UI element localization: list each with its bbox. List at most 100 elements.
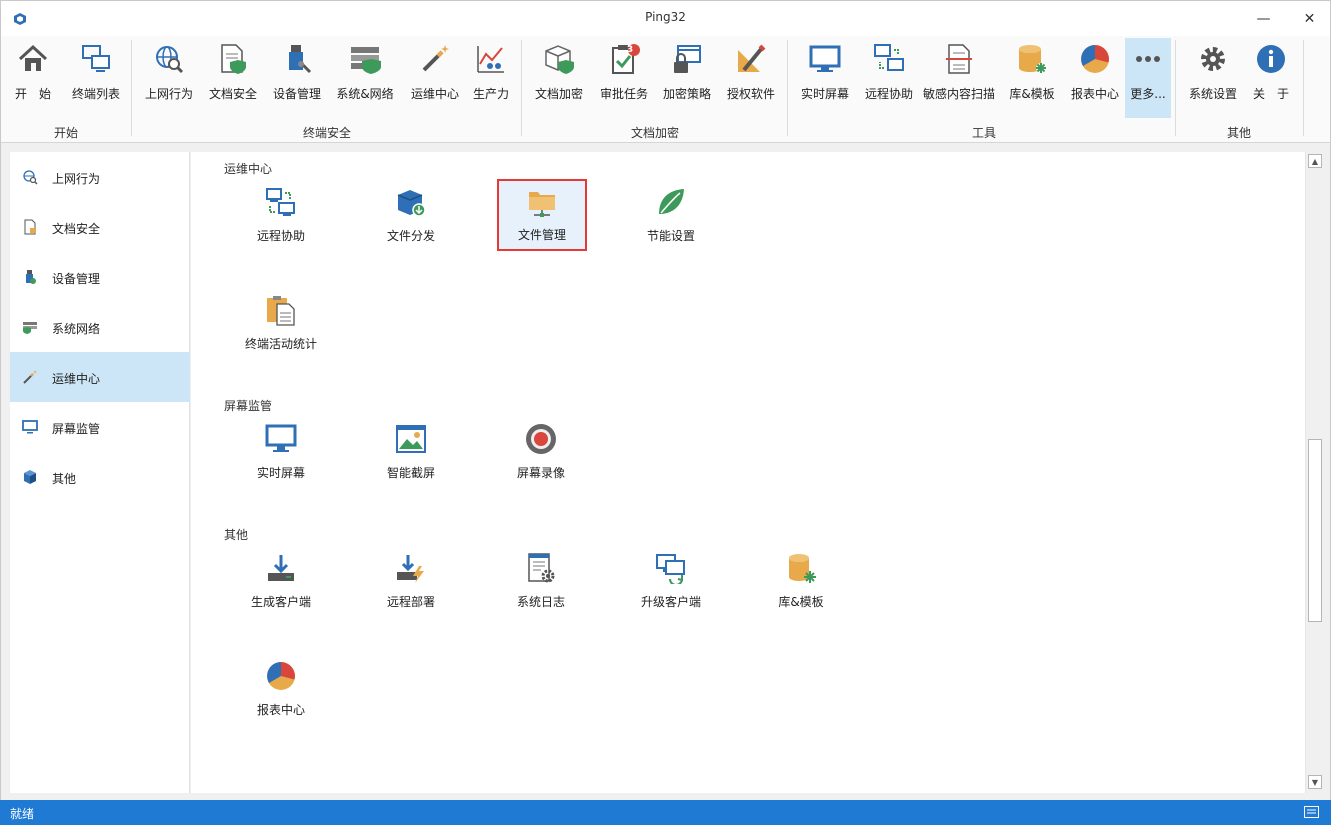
tile-report-center[interactable]: 报表中心 <box>236 654 326 726</box>
tile-library-template[interactable]: 库&模板 <box>756 546 846 618</box>
leaf-icon <box>659 189 684 214</box>
ribbon-encrypt-policy-label: 加密策略 <box>662 87 711 101</box>
tile-label: 远程协助 <box>256 229 305 243</box>
tile-label: 实时屏幕 <box>256 466 305 480</box>
magic-wand-icon <box>23 370 37 384</box>
ribbon-realtime-screen-button[interactable]: 实时屏幕 <box>797 38 853 118</box>
ribbon-doc-security-label: 文档安全 <box>208 87 257 101</box>
ribbon-remote-assist-button[interactable]: 远程协助 <box>861 38 917 118</box>
chart-people-icon <box>477 46 504 73</box>
ribbon-web-behavior-label: 上网行为 <box>144 87 193 101</box>
ribbon-system-network-button[interactable]: 系统&网络 <box>333 38 397 118</box>
computers-icon <box>82 45 110 72</box>
status-text: 就绪 <box>10 807 35 821</box>
ribbon-about-button[interactable]: 关 于 <box>1249 38 1293 118</box>
database-icon <box>1019 45 1046 73</box>
box-shield-icon <box>545 45 574 74</box>
ribbon-library-template-label: 库&模板 <box>1009 87 1055 101</box>
ribbon-ops-center-button[interactable]: 运维中心 <box>407 38 463 118</box>
magic-wand-icon <box>422 45 449 72</box>
ribbon-group-terminal-security: 终端安全 <box>302 126 351 140</box>
main-area: 上网行为 文档安全 设备管理 系统网络 运维中心 屏幕监管 其他 运维中心 远程… <box>0 143 1331 800</box>
remote-desktop-icon <box>266 188 295 216</box>
section-title-other: 其他 <box>224 528 249 542</box>
ribbon-group-start: 开始 <box>53 126 78 140</box>
ribbon-group-other: 其他 <box>1226 126 1251 140</box>
pie-chart-icon <box>1081 45 1109 73</box>
ribbon-doc-security-button[interactable]: 文档安全 <box>205 38 261 118</box>
sidebar-item-label: 屏幕监管 <box>52 422 101 436</box>
ribbon-group-separator <box>131 40 132 136</box>
tile-energy-settings[interactable]: 节能设置 <box>626 180 716 252</box>
sidebar-item-other[interactable]: 其他 <box>10 452 190 502</box>
ribbon-system-network-label: 系统&网络 <box>336 87 394 101</box>
document-shield-icon <box>221 44 246 74</box>
ribbon-report-center-button[interactable]: 报表中心 <box>1067 38 1123 118</box>
globe-search-icon <box>23 170 38 185</box>
tile-realtime-screen[interactable]: 实时屏幕 <box>236 417 326 489</box>
sidebar-item-system-network[interactable]: 系统网络 <box>10 302 190 352</box>
ribbon-productivity-label: 生产力 <box>472 87 509 101</box>
info-icon <box>1257 45 1285 73</box>
tile-screen-recording[interactable]: 屏幕录像 <box>496 417 586 489</box>
ribbon-realtime-screen-label: 实时屏幕 <box>800 87 849 101</box>
ribbon-about-label: 关 于 <box>1252 87 1289 101</box>
scroll-up-button[interactable]: ▲ <box>1308 154 1322 168</box>
ruler-pencil-icon <box>738 44 766 72</box>
download-lightning-icon <box>397 555 424 583</box>
ribbon-licensed-software-label: 授权软件 <box>726 87 775 101</box>
more-dots-icon <box>1136 56 1160 62</box>
ribbon-remote-assist-label: 远程协助 <box>864 87 913 101</box>
ribbon-encrypt-policy-button[interactable]: 加密策略 <box>659 38 715 118</box>
usb-device-icon <box>26 270 36 284</box>
scroll-thumb[interactable] <box>1308 439 1322 622</box>
firewall-icon <box>351 47 381 74</box>
lock-window-icon <box>674 45 701 73</box>
tile-label: 库&模板 <box>778 595 824 609</box>
ribbon-library-template-button[interactable]: 库&模板 <box>1003 38 1061 118</box>
ribbon-web-behavior-button[interactable]: 上网行为 <box>141 38 197 118</box>
ribbon-system-settings-button[interactable]: 系统设置 <box>1185 38 1241 118</box>
sidebar-item-device-mgmt[interactable]: 设备管理 <box>10 252 190 302</box>
scroll-down-button[interactable]: ▼ <box>1308 775 1322 789</box>
sidebar-item-label: 系统网络 <box>52 322 101 336</box>
ribbon-licensed-software-button[interactable]: 授权软件 <box>723 38 779 118</box>
sidebar-item-label: 其他 <box>52 472 77 486</box>
tile-remote-assist[interactable]: 远程协助 <box>236 180 326 252</box>
tile-upgrade-client[interactable]: 升级客户端 <box>626 546 716 618</box>
tile-label: 报表中心 <box>256 703 305 717</box>
package-download-icon <box>397 190 426 217</box>
sidebar-item-ops-center[interactable]: 运维中心 <box>10 352 190 402</box>
tile-terminal-activity-stats[interactable]: 终端活动统计 <box>236 288 326 360</box>
window-title: Ping32 <box>645 10 686 24</box>
tile-file-distribution[interactable]: 文件分发 <box>366 180 456 252</box>
ribbon-device-mgmt-button[interactable]: 设备管理 <box>269 38 325 118</box>
tile-system-log[interactable]: 系统日志 <box>496 546 586 618</box>
ribbon-productivity-button[interactable]: 生产力 <box>469 38 513 118</box>
tile-file-management[interactable]: 文件管理 <box>497 179 587 251</box>
vertical-scrollbar[interactable]: ▲ ▼ <box>1305 152 1323 793</box>
tile-generate-client[interactable]: 生成客户端 <box>236 546 326 618</box>
document-scan-icon <box>946 44 972 74</box>
sidebar-item-doc-security[interactable]: 文档安全 <box>10 202 190 252</box>
ribbon-terminal-list-button[interactable]: 终端列表 <box>67 38 125 118</box>
ribbon-terminal-list-label: 终端列表 <box>71 87 120 101</box>
section-title-screen-monitor: 屏幕监管 <box>224 399 273 413</box>
content-panel: 运维中心 远程协助 文件分发 文件管理 节能设置 终端活动统计 屏幕监管 实时屏… <box>191 152 1305 793</box>
tile-remote-deploy[interactable]: 远程部署 <box>366 546 456 618</box>
sidebar-item-screen-monitor[interactable]: 屏幕监管 <box>10 402 190 452</box>
folder-network-icon <box>529 192 555 217</box>
ribbon-home-button[interactable]: 开 始 <box>7 38 59 118</box>
ribbon-more-button[interactable]: 更多... <box>1125 38 1171 118</box>
sidebar-item-label: 上网行为 <box>52 172 101 186</box>
sidebar-item-web-behavior[interactable]: 上网行为 <box>10 152 190 202</box>
close-button[interactable]: ✕ <box>1287 1 1331 37</box>
ribbon-ops-center-label: 运维中心 <box>410 87 459 101</box>
firewall-icon <box>23 322 37 334</box>
minimize-button[interactable]: — <box>1241 1 1286 37</box>
ribbon-doc-encrypt-button[interactable]: 文档加密 <box>531 38 587 118</box>
download-tray-icon <box>268 555 294 581</box>
ribbon-sensitive-scan-button[interactable]: 敏感内容扫描 <box>921 38 997 118</box>
status-bar: 就绪 <box>0 800 1331 825</box>
tile-smart-screenshot[interactable]: 智能截屏 <box>366 417 456 489</box>
